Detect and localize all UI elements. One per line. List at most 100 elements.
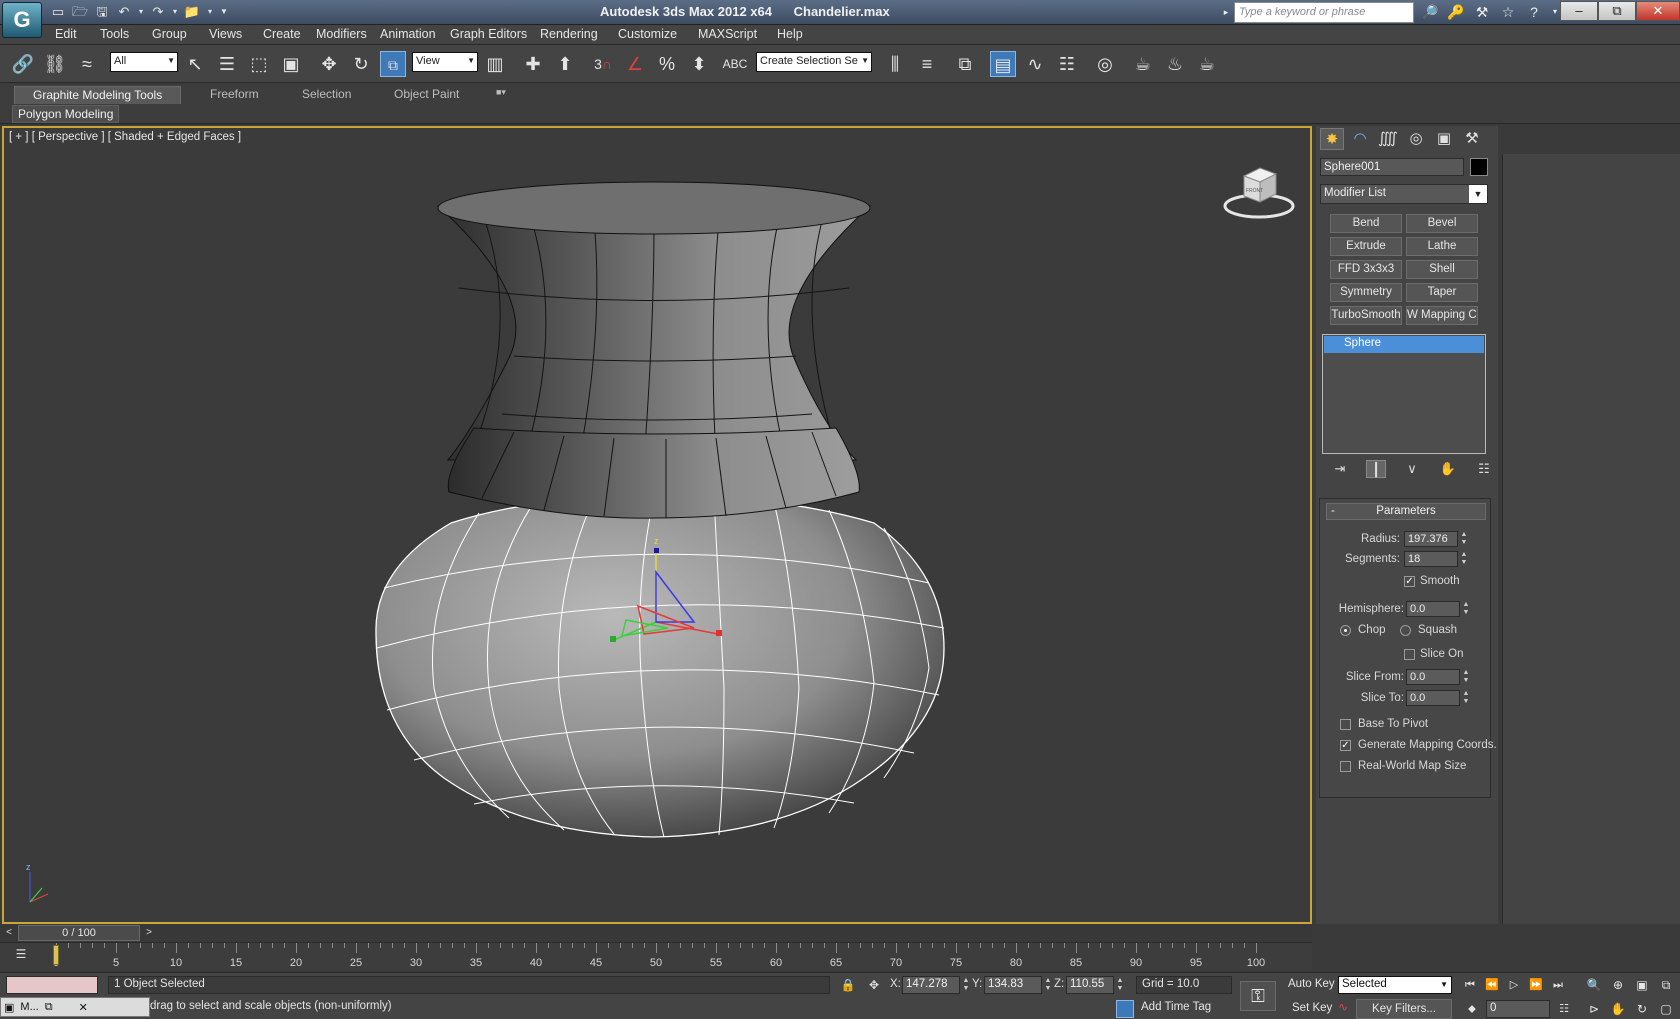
angle-snap-icon[interactable]: ∠: [622, 51, 648, 77]
spinner-snap-icon[interactable]: ⬍: [686, 51, 712, 77]
menu-customize[interactable]: Customize: [618, 27, 677, 41]
next-frame-icon[interactable]: ⏩: [1526, 976, 1546, 994]
render-production-icon[interactable]: ☕: [1194, 51, 1220, 77]
material-editor-icon[interactable]: ◎: [1092, 51, 1118, 77]
perspective-viewport[interactable]: z z [ + ] [ Perspective ] [ Shaded + Edg…: [2, 126, 1312, 924]
modifier-turbosmooth-button[interactable]: TurboSmooth: [1330, 306, 1402, 325]
selection-lock-icon[interactable]: 🔒: [840, 977, 856, 993]
qa-dropdown-icon[interactable]: ▾: [204, 2, 216, 22]
close-button[interactable]: ✕: [1636, 1, 1680, 21]
modifier-bevel-button[interactable]: Bevel: [1406, 214, 1478, 233]
polygon-modeling-panel[interactable]: Polygon Modeling: [12, 105, 120, 123]
minimize-button[interactable]: –: [1560, 1, 1598, 21]
communication-center-icon[interactable]: ⚒: [1472, 2, 1492, 22]
menu-views[interactable]: Views: [209, 27, 242, 41]
smooth-checkbox[interactable]: ✓: [1404, 576, 1415, 587]
modifier-lathe-button[interactable]: Lathe: [1406, 237, 1478, 256]
slice-to-field[interactable]: 0.0: [1406, 690, 1460, 706]
search-input[interactable]: Type a keyword or phrase: [1234, 2, 1414, 23]
time-slider[interactable]: < 0 / 100 >: [0, 925, 1312, 941]
zoom-all-icon[interactable]: ⊕: [1608, 976, 1628, 994]
select-and-move-icon[interactable]: ✥: [316, 51, 342, 77]
hierarchy-panel-icon[interactable]: ⨌: [1376, 128, 1400, 150]
help-icon[interactable]: ?: [1524, 2, 1544, 22]
zoom-extents-icon[interactable]: ▣: [1632, 976, 1652, 994]
undo-dropdown-icon[interactable]: ▾: [136, 2, 146, 22]
modifier-stack[interactable]: Sphere: [1322, 334, 1486, 454]
align-icon[interactable]: ≡: [914, 51, 940, 77]
modifier-bend-button[interactable]: Bend: [1330, 214, 1402, 233]
restore-button[interactable]: ⧉: [1598, 1, 1636, 21]
create-panel-icon[interactable]: ✸: [1320, 128, 1344, 150]
vase-model[interactable]: z z: [4, 128, 1312, 924]
configure-modifier-sets-icon[interactable]: ☷: [1474, 460, 1494, 478]
menu-rendering[interactable]: Rendering: [540, 27, 598, 41]
select-object-icon[interactable]: ↖: [182, 51, 208, 77]
time-configuration-icon[interactable]: ☷: [1554, 1000, 1574, 1018]
slice-from-spinner-icon[interactable]: ▲ ▼: [1462, 669, 1470, 685]
snaps-toggle-icon[interactable]: 3∩: [590, 51, 616, 77]
new-file-icon[interactable]: ▭: [48, 2, 68, 22]
taskbar-close-icon[interactable]: ✕: [79, 1001, 88, 1014]
taskbar-restore-icon[interactable]: ⧉: [45, 1001, 53, 1014]
previous-frame-icon[interactable]: ⏪: [1482, 976, 1502, 994]
time-slider-next-icon[interactable]: >: [142, 926, 156, 940]
mini-curve-editor-icon[interactable]: ☰: [10, 947, 32, 965]
y-coord-field[interactable]: 134.83: [984, 976, 1042, 994]
menu-group[interactable]: Group: [152, 27, 187, 41]
selection-filter-dropdown[interactable]: All ▼: [110, 52, 178, 72]
modifier-uvw-mapping-clear-button[interactable]: W Mapping Cle: [1406, 306, 1478, 325]
slice-from-field[interactable]: 0.0: [1406, 669, 1460, 685]
pivot-point-center-icon[interactable]: ▥: [482, 51, 508, 77]
mirror-icon[interactable]: ⫼: [882, 51, 908, 77]
go-to-end-icon[interactable]: ⏭: [1548, 976, 1568, 994]
select-and-scale-icon[interactable]: ⧉: [380, 51, 406, 77]
make-unique-icon[interactable]: ∨: [1402, 460, 1422, 478]
undo-icon[interactable]: ↶: [114, 2, 134, 22]
rendered-frame-window-icon[interactable]: ♨: [1162, 51, 1188, 77]
squash-radio[interactable]: [1400, 625, 1411, 636]
utilities-panel-icon[interactable]: ⚒: [1460, 128, 1484, 150]
viewcube[interactable]: FRONT: [1222, 162, 1296, 222]
current-frame-field[interactable]: 0: [1486, 1000, 1550, 1018]
slice-on-checkbox[interactable]: [1404, 649, 1415, 660]
search-collapse-icon[interactable]: ▸: [1220, 2, 1232, 22]
application-button[interactable]: G: [2, 2, 42, 38]
project-folder-icon[interactable]: 📁: [182, 2, 202, 22]
tab-object-paint[interactable]: Object Paint: [376, 86, 477, 104]
render-setup-icon[interactable]: ☕: [1130, 51, 1156, 77]
redo-dropdown-icon[interactable]: ▾: [170, 2, 180, 22]
binoculars-icon[interactable]: 🔎: [1420, 2, 1440, 22]
play-icon[interactable]: ▷: [1504, 976, 1524, 994]
graphite-toggle-icon[interactable]: ▤: [990, 51, 1016, 77]
pin-stack-icon[interactable]: ⇥: [1330, 460, 1350, 478]
set-key-button[interactable]: Set Key: [1292, 1002, 1332, 1014]
menu-help[interactable]: Help: [777, 27, 803, 41]
menu-modifiers[interactable]: Modifiers: [316, 27, 367, 41]
select-and-rotate-icon[interactable]: ↻: [348, 51, 374, 77]
modifier-extrude-button[interactable]: Extrude: [1330, 237, 1402, 256]
track-bar[interactable]: ☰ 05101520253035404550556065707580859095…: [0, 942, 1312, 970]
time-slider-prev-icon[interactable]: <: [2, 926, 16, 940]
rectangular-selection-icon[interactable]: ⬚: [246, 51, 272, 77]
menu-tools[interactable]: Tools: [100, 27, 129, 41]
go-to-start-icon[interactable]: ⏮: [1460, 976, 1480, 994]
select-by-name-icon[interactable]: ☰: [214, 51, 240, 77]
reference-coordinate-dropdown[interactable]: View ▼: [412, 52, 478, 72]
menu-animation[interactable]: Animation: [380, 27, 436, 41]
curve-editor-icon[interactable]: ∿: [1022, 51, 1048, 77]
tab-freeform[interactable]: Freeform: [192, 86, 277, 104]
z-coord-spinner-icon[interactable]: ▲ ▼: [1116, 977, 1124, 993]
hemisphere-field[interactable]: 0.0: [1406, 601, 1460, 617]
show-end-result-icon[interactable]: ┃: [1366, 460, 1386, 478]
real-world-map-size-checkbox[interactable]: [1340, 761, 1351, 772]
default-in-out-tangent-icon[interactable]: ∿: [1338, 1000, 1354, 1016]
remove-modifier-icon[interactable]: ✋: [1438, 460, 1458, 478]
key-filters-button[interactable]: Key Filters...: [1356, 999, 1452, 1019]
radius-spinner-icon[interactable]: ▲ ▼: [1460, 531, 1468, 547]
object-color-swatch[interactable]: [1470, 158, 1488, 176]
select-and-manipulate-icon[interactable]: ✚: [520, 51, 546, 77]
menu-maxscript[interactable]: MAXScript: [698, 27, 757, 41]
redo-icon[interactable]: ↷: [148, 2, 168, 22]
time-tag-icon[interactable]: [1116, 1000, 1134, 1018]
